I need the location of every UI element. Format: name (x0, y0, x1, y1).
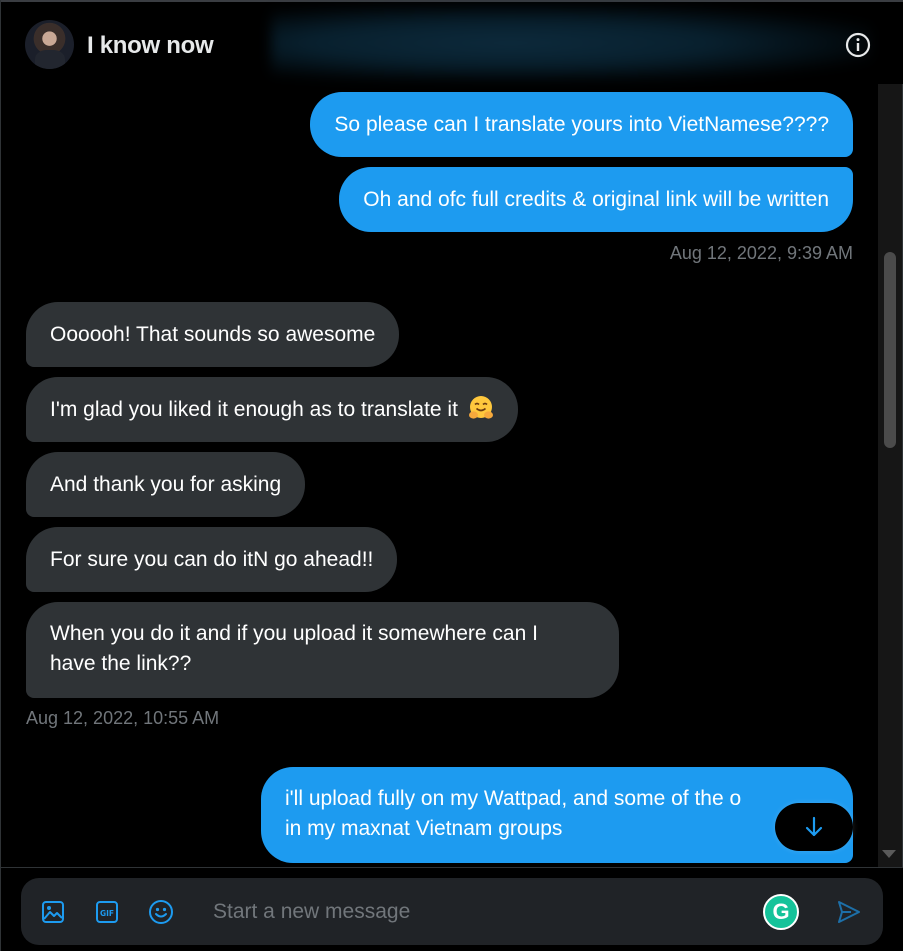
message-timestamp: Aug 12, 2022, 10:55 AM (26, 708, 220, 728)
grammarly-letter: G (772, 899, 790, 924)
arrow-down-icon (805, 816, 823, 837)
message-text-line: i'll upload fully on my Wattpad, and som… (285, 787, 742, 810)
dm-conversation-window: I know now So please can I translate you… (0, 0, 903, 951)
message-bubble-sent[interactable]: i'll upload fully on my Wattpad, and som… (261, 767, 853, 863)
message-input[interactable]: Start a new message (213, 900, 410, 924)
message-bubble-received[interactable]: Oooooh! That sounds so awesome (26, 302, 400, 367)
emoji-icon[interactable] (147, 898, 175, 926)
gif-icon[interactable]: GIF (93, 898, 121, 926)
scroll-down-arrow-icon[interactable] (882, 850, 896, 858)
message-bubble-received[interactable]: For sure you can do itN go ahead!! (26, 527, 398, 592)
grammarly-icon[interactable]: G (763, 894, 799, 930)
conversation-header: I know now (1, 0, 903, 84)
scrollbar-thumb[interactable] (884, 252, 896, 448)
scrollbar-track[interactable] (878, 84, 902, 868)
scroll-to-bottom-button[interactable] (775, 803, 853, 851)
message-bubble-received[interactable]: I'm glad you liked it enough as to trans… (26, 377, 518, 442)
header-background (271, 6, 871, 80)
message-text-line: in my maxnat Vietnam groups (285, 817, 563, 840)
hugging-face-icon (468, 396, 493, 419)
message-text-line: When you do it and if you upload it some… (50, 622, 538, 645)
message-text: I'm glad you liked it enough as to trans… (50, 398, 458, 421)
send-icon[interactable] (835, 898, 863, 926)
message-bubble-sent[interactable]: Oh and ofc full credits & original link … (339, 167, 853, 232)
message-list[interactable]: So please can I translate yours into Vie… (1, 84, 878, 866)
message-bubble-received[interactable]: And thank you for asking (26, 452, 306, 517)
conversation-title[interactable]: I know now (87, 32, 214, 60)
info-icon[interactable] (844, 31, 872, 59)
avatar[interactable] (25, 20, 74, 69)
svg-text:GIF: GIF (100, 909, 114, 918)
image-icon[interactable] (39, 898, 67, 926)
message-bubble-sent[interactable]: So please can I translate yours into Vie… (310, 92, 853, 157)
message-timestamp: Aug 12, 2022, 9:39 AM (669, 243, 853, 263)
message-bubble-received[interactable]: When you do it and if you upload it some… (26, 602, 619, 698)
message-text-line: have the link?? (50, 652, 192, 675)
